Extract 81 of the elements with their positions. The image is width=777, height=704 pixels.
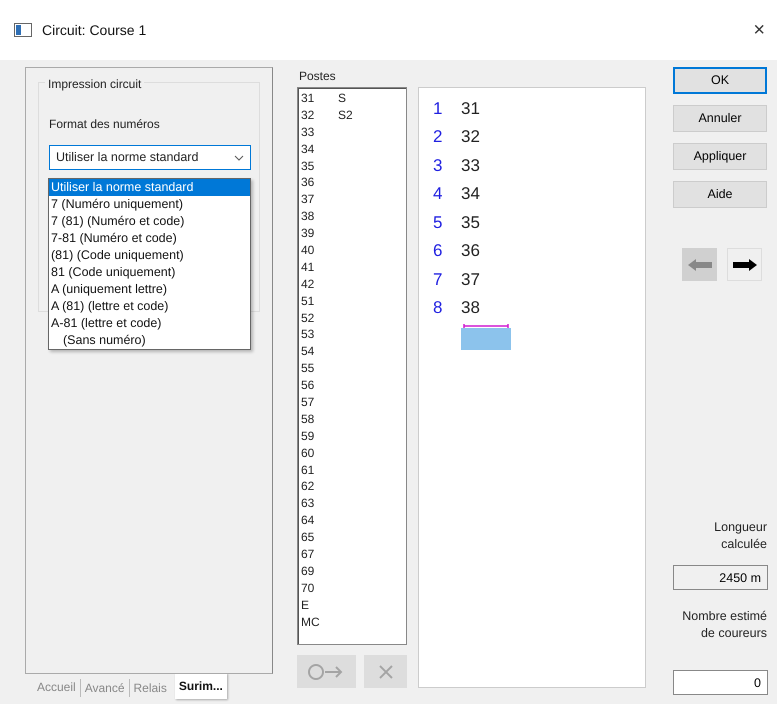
control-code: 40 — [301, 242, 316, 259]
control-code: 41 — [301, 258, 316, 276]
dialog-button[interactable]: Appliquer — [673, 143, 767, 170]
leg-control[interactable]: 38 — [461, 295, 480, 320]
close-button[interactable]: × — [751, 20, 767, 40]
dropdown-option[interactable]: (81) (Code uniquement) — [49, 247, 250, 264]
runners-field[interactable]: 0 — [673, 670, 768, 695]
next-button[interactable] — [727, 248, 762, 281]
leg-number: 5 — [433, 212, 444, 234]
dropdown-option[interactable]: 7 (81) (Numéro et code) — [49, 213, 250, 230]
leg-control[interactable]: 37 — [461, 266, 480, 292]
field-label: Format des numéros — [49, 116, 161, 133]
leg-number: 6 — [433, 240, 444, 262]
leg-number: 3 — [433, 154, 444, 176]
control-code: 60 — [301, 444, 316, 462]
control-code: 57 — [301, 394, 316, 411]
leg-number: 2 — [433, 126, 444, 148]
dropdown-option[interactable]: 81 (Code uniquement) — [49, 264, 250, 281]
leg-control[interactable]: 31 — [461, 96, 480, 121]
control-code: 62 — [301, 478, 316, 496]
dropdown-option[interactable]: A (81) (lettre et code) — [49, 298, 250, 315]
control-code: E — [301, 596, 310, 614]
control-code: 37 — [301, 191, 316, 208]
control-code: 58 — [301, 410, 316, 428]
length-field[interactable]: 2450 m — [673, 565, 768, 590]
leg-number: 1 — [433, 98, 444, 120]
leg-control[interactable]: 32 — [461, 124, 480, 150]
control-note: S — [338, 90, 346, 107]
control-code: 53 — [301, 326, 316, 344]
leg-control[interactable]: 33 — [461, 152, 480, 178]
dialog-button[interactable]: Aide — [673, 181, 767, 208]
control-code: 56 — [301, 377, 316, 394]
tab[interactable]: Surim... — [174, 673, 227, 699]
leg-number: 8 — [433, 297, 444, 319]
dropdown-option[interactable]: (Sans numéro) — [49, 332, 250, 349]
control-code: 34 — [301, 140, 316, 158]
runners-label: Nombre estimé de coureurs — [681, 608, 767, 642]
list-title: Postes — [299, 68, 337, 85]
control-code: 63 — [301, 495, 316, 512]
window-title: Circuit: Course 1 — [42, 20, 146, 40]
control-note: S2 — [338, 106, 353, 124]
left-arrow-icon — [688, 258, 712, 270]
control-code: 52 — [301, 310, 316, 326]
insertion-marker — [461, 324, 511, 350]
leg-control[interactable]: 34 — [461, 181, 480, 206]
control-code: 33 — [301, 124, 316, 141]
control-code: 61 — [301, 462, 316, 478]
control-code: 64 — [301, 512, 316, 530]
control-code: 31 — [301, 90, 316, 107]
app-icon — [14, 23, 32, 37]
control-code: 55 — [301, 360, 316, 378]
length-label: Longueur calculée — [713, 519, 767, 553]
dropdown-option[interactable]: 7 (Numéro uniquement) — [49, 196, 250, 213]
leg-number: 4 — [433, 183, 444, 205]
dialog-button[interactable]: Annuler — [673, 105, 767, 132]
control-code: 42 — [301, 276, 316, 293]
dropdown-option[interactable]: 7-81 (Numéro et code) — [49, 230, 250, 247]
control-code: 39 — [301, 225, 316, 242]
control-code: 32 — [301, 106, 316, 124]
cross-icon — [378, 664, 394, 680]
control-code: 35 — [301, 158, 316, 174]
dialog-button[interactable]: OK — [673, 67, 767, 94]
leg-number: 7 — [433, 268, 444, 290]
control-code: 51 — [301, 292, 316, 310]
control-code: 65 — [301, 529, 316, 546]
control-code: 38 — [301, 208, 316, 226]
control-code: 54 — [301, 343, 316, 360]
dropdown-option[interactable]: Utiliser la norme standard — [49, 179, 250, 196]
format-dropdown[interactable]: Utiliser la norme standard — [49, 145, 251, 170]
right-arrow-icon — [732, 258, 756, 270]
dropdown-option[interactable]: A-81 (lettre et code) — [49, 315, 250, 332]
leg-control[interactable]: 36 — [461, 238, 480, 264]
leg-control[interactable]: 35 — [461, 210, 480, 235]
control-code: 70 — [301, 580, 316, 597]
control-code: MC — [301, 614, 321, 630]
control-code: 59 — [301, 428, 316, 445]
caret-icon — [234, 154, 244, 160]
control-code: 67 — [301, 546, 316, 563]
dropdown-option[interactable]: A (uniquement lettre) — [49, 281, 250, 298]
control-code: 69 — [301, 562, 316, 580]
control-code: 36 — [301, 174, 316, 192]
